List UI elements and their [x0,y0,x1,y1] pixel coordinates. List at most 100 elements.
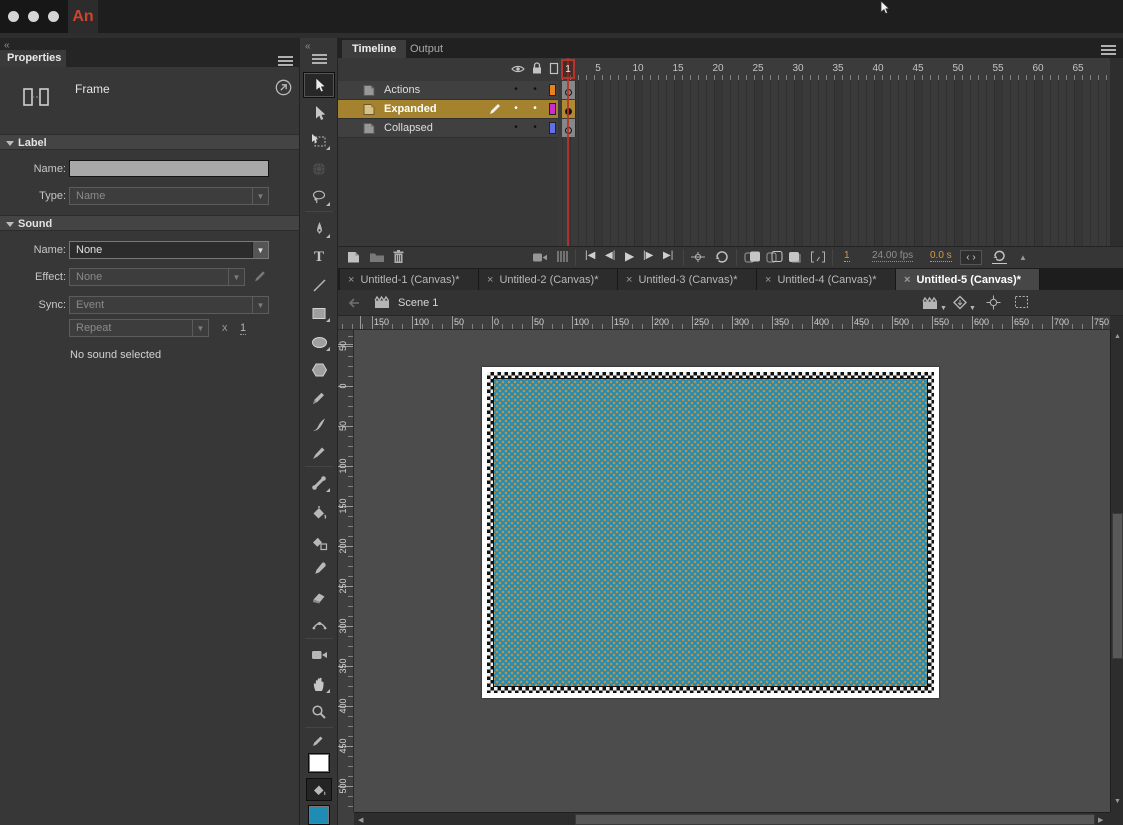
polystar-tool[interactable] [303,357,335,383]
go-to-last-frame-button[interactable]: ▶| [663,250,673,261]
edit-symbols-icon[interactable] [952,295,968,310]
zoom-window-button[interactable] [48,11,59,22]
outline-layers-icon[interactable] [549,62,560,75]
show-hide-layers-icon[interactable] [511,63,525,75]
camera-tool[interactable] [303,642,335,668]
selected-rectangle-shape[interactable] [493,378,928,687]
current-frame-hottext[interactable]: 1 [844,250,850,262]
section-sound[interactable]: Sound [0,215,299,231]
edit-multiple-frames-icon[interactable] [788,250,804,264]
timeline-frames-area[interactable] [558,80,1110,246]
horizontal-scrollbar-thumb[interactable] [575,814,1095,825]
selection-tool[interactable] [303,72,335,98]
close-doc-icon[interactable]: × [626,274,632,286]
doc-tab-untitled-4[interactable]: × Untitled-4 (Canvas)* [757,269,896,290]
play-button[interactable]: ▶ [625,249,634,263]
step-back-button[interactable]: ◀| [605,250,615,261]
collapse-tools-icon[interactable]: « [305,41,310,52]
rectangle-tool[interactable] [303,300,335,326]
pen-tool[interactable] [303,216,335,242]
close-doc-icon[interactable]: × [487,274,493,286]
layer-row-actions[interactable]: Actions • • [338,81,558,100]
add-camera-icon[interactable] [532,251,548,264]
bone-tool[interactable] [303,470,335,496]
onion-skin-icon[interactable] [744,250,761,264]
delete-layer-trash-icon[interactable] [392,249,405,264]
section-label[interactable]: Label [0,134,299,150]
scroll-down-icon[interactable]: ▼ [1114,798,1121,805]
reset-timeline-zoom-icon[interactable] [992,250,1007,264]
layer-lock-dot[interactable]: • [530,84,540,95]
free-transform-tool[interactable] [303,128,335,154]
timeline-frame-ruler[interactable]: 5101520253035404550556065 [558,58,1110,80]
layer-outline-swatch[interactable] [549,122,556,134]
label-name-input[interactable] [69,160,269,177]
onion-markers-icon[interactable] [556,250,568,263]
layer-row-expanded[interactable]: Expanded • • [338,100,558,119]
lock-layers-icon[interactable] [531,61,543,75]
frame-rate-hottext[interactable]: 24.00 fps [872,250,913,262]
layer-lock-dot[interactable]: • [530,122,540,133]
doc-tab-untitled-2[interactable]: × Untitled-2 (Canvas)* [479,269,618,290]
layer-row-collapsed[interactable]: Collapsed • • [338,119,558,138]
layer-lock-dot[interactable]: • [530,103,540,114]
clip-content-icon[interactable] [1014,295,1029,309]
close-doc-icon[interactable]: × [348,274,354,286]
scroll-left-icon[interactable]: ◀ [358,816,363,824]
layer-visibility-dot[interactable]: • [511,84,521,95]
keyframe-cell-actions[interactable] [562,81,576,99]
new-layer-icon[interactable] [346,250,361,264]
sound-name-select[interactable]: None ▼ [69,241,269,259]
close-doc-icon[interactable]: × [904,274,910,286]
doc-tab-untitled-5[interactable]: × Untitled-5 (Canvas)* [896,269,1040,290]
modify-markers-icon[interactable] [810,250,826,264]
doc-tab-untitled-1[interactable]: × Untitled-1 (Canvas)* [340,269,479,290]
layer-outline-swatch[interactable] [549,84,556,96]
playhead[interactable]: 1 [561,59,575,79]
center-stage-icon[interactable] [986,295,1001,310]
scroll-up-icon[interactable]: ▲ [1114,333,1121,340]
layer-visibility-dot[interactable]: • [511,122,521,133]
layer-visibility-dot[interactable]: • [511,103,521,114]
fill-color-bucket-icon[interactable] [306,778,332,801]
close-doc-icon[interactable]: × [765,274,771,286]
width-tool[interactable] [303,612,335,638]
line-tool[interactable] [303,272,335,298]
scroll-right-icon[interactable]: ▶ [1098,816,1103,824]
tab-timeline[interactable]: Timeline [342,40,406,58]
close-window-button[interactable] [8,11,19,22]
lasso-tool[interactable] [303,184,335,210]
step-forward-button[interactable]: |▶ [643,250,653,261]
vertical-scrollbar[interactable]: ▲ ▼ [1110,330,1123,812]
loop-playback-icon[interactable] [714,250,730,264]
text-tool[interactable]: T [303,244,335,270]
center-frame-icon[interactable] [690,251,706,263]
stage[interactable] [482,367,939,698]
tab-properties[interactable]: Properties [0,50,66,67]
horizontal-scrollbar[interactable]: ◀ ▶ [354,812,1110,825]
minimize-window-button[interactable] [28,11,39,22]
zoom-tool[interactable] [303,699,335,725]
vertical-scrollbar-thumb[interactable] [1112,513,1123,659]
pencil-tool[interactable] [303,385,335,411]
paint-brush-tool[interactable] [303,412,335,438]
tab-output[interactable]: Output [400,40,453,58]
onion-skin-outlines-icon[interactable] [766,250,783,264]
fill-color-swatch[interactable] [308,805,330,825]
eyedropper-tool[interactable] [303,556,335,582]
stroke-color-swatch[interactable] [308,753,330,773]
ink-bottle-tool[interactable] [303,530,335,556]
doc-tab-untitled-3[interactable]: × Untitled-3 (Canvas)* [618,269,757,290]
pasteboard[interactable] [354,330,1110,812]
panel-menu-icon[interactable] [278,56,293,66]
paint-bucket-tool[interactable] [303,500,335,526]
keyframe-cell-collapsed[interactable] [562,119,576,137]
repeat-count-hottext[interactable]: 1 [240,322,246,335]
go-to-first-frame-button[interactable]: |◀ [585,250,595,261]
launch-help-icon[interactable] [275,79,292,96]
loop-range-brackets-button[interactable]: ‹ › [960,250,982,265]
classic-brush-tool[interactable] [303,440,335,466]
tools-menu-icon[interactable] [312,54,327,64]
playhead-line[interactable] [567,58,569,246]
subselection-tool[interactable] [303,100,335,126]
